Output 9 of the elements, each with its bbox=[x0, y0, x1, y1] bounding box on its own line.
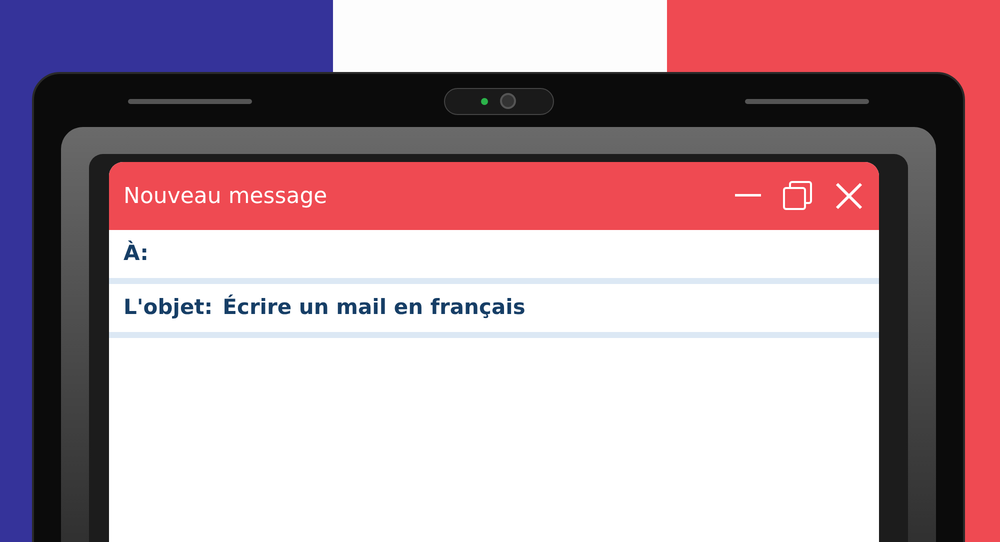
minimize-icon[interactable] bbox=[734, 194, 760, 198]
field-value: Écrire un mail en français bbox=[222, 294, 526, 322]
mail-field[interactable]: À: bbox=[108, 230, 878, 284]
window-title: Nouveau message bbox=[124, 182, 328, 210]
field-label: À: bbox=[124, 240, 149, 268]
field-label: L'objet: bbox=[124, 294, 213, 322]
close-icon[interactable] bbox=[834, 182, 862, 210]
mail-field[interactable]: L'objet: Écrire un mail en français bbox=[108, 284, 878, 338]
restore-icon[interactable] bbox=[782, 181, 812, 211]
